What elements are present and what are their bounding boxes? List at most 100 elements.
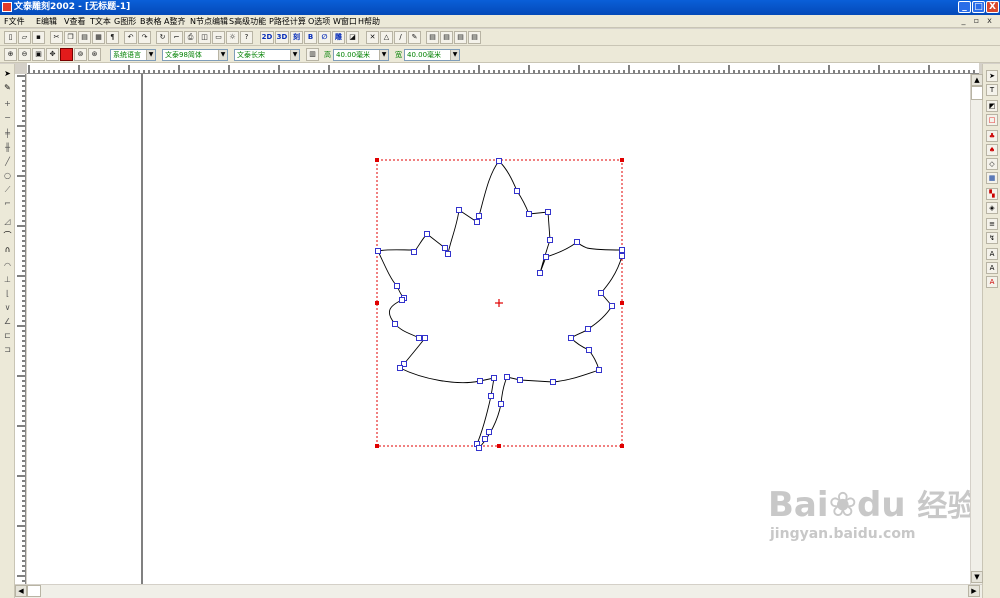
text-tool-icon[interactable]: T — [986, 84, 998, 96]
lock-ratio-icon[interactable]: ▥ — [306, 48, 319, 61]
help-icon[interactable]: ? — [240, 31, 253, 44]
cross-icon[interactable]: ✕ — [366, 31, 379, 44]
font-style-select[interactable]: 文泰长宋 ▼ — [234, 49, 300, 61]
mdi-close-button[interactable]: x — [984, 16, 995, 26]
curve-node[interactable] — [547, 237, 553, 243]
curve-node[interactable] — [488, 393, 494, 399]
break-node-icon[interactable]: ╪ — [2, 128, 13, 139]
zoom-out-icon[interactable]: ⊖ — [18, 48, 31, 61]
undo-icon[interactable]: ↶ — [124, 31, 137, 44]
curve-node[interactable] — [514, 188, 520, 194]
curve-node[interactable] — [392, 321, 398, 327]
menu-edit[interactable]: E编辑 — [36, 16, 57, 27]
curve-node[interactable] — [586, 347, 592, 353]
text-path-icon[interactable]: ↯ — [986, 232, 998, 244]
drawing-canvas[interactable]: Bai❀du 经验 jingyan.baidu.com — [27, 74, 970, 584]
curve-node[interactable] — [476, 445, 482, 451]
new-file-icon[interactable]: ▯ — [4, 31, 17, 44]
menu-window[interactable]: W窗口 — [333, 16, 357, 27]
curve-node[interactable] — [550, 379, 556, 385]
node-align-icon[interactable]: ⊥ — [2, 274, 13, 285]
curve-node[interactable] — [375, 248, 381, 254]
curve-node[interactable] — [543, 254, 549, 260]
path-icon[interactable]: ∅ — [318, 31, 331, 44]
extend-tool-icon[interactable]: ⊐ — [2, 344, 13, 355]
menu-node-edit[interactable]: N节点编辑 — [190, 16, 228, 27]
pan-icon[interactable]: ✥ — [46, 48, 59, 61]
curve-node[interactable] — [394, 283, 400, 289]
curve-node[interactable] — [498, 401, 504, 407]
curve-node[interactable] — [474, 219, 480, 225]
scroll-thumb[interactable] — [971, 86, 983, 100]
curve-node[interactable] — [399, 297, 405, 303]
menu-file[interactable]: F文件 — [4, 16, 25, 27]
connect-tool-icon[interactable]: ⊏ — [2, 330, 13, 341]
curve-node[interactable] — [517, 377, 523, 383]
scroll-down-icon[interactable]: ▼ — [971, 571, 983, 583]
diagonal-tool-icon[interactable]: ⟋ — [2, 184, 13, 195]
tip-icon[interactable]: ☼ — [226, 31, 239, 44]
minimize-button[interactable]: _ — [958, 1, 971, 13]
menu-advanced[interactable]: S高级功能 — [229, 16, 266, 27]
zoom-page-icon[interactable]: ⊚ — [74, 48, 87, 61]
cut-icon[interactable]: ✂ — [50, 31, 63, 44]
join-node-icon[interactable]: ╫ — [2, 142, 13, 153]
mdi-restore-button[interactable]: ▫ — [971, 16, 982, 26]
node-markers[interactable] — [375, 158, 625, 451]
cusp-tool-icon[interactable]: ∨ — [2, 302, 13, 313]
width-field[interactable]: 40.00毫米 ▼ — [404, 49, 460, 61]
curve-node[interactable] — [596, 367, 602, 373]
engrave-icon[interactable]: 刻 — [290, 31, 303, 44]
triangle-icon[interactable]: △ — [380, 31, 393, 44]
scroll-left-icon[interactable]: ◀ — [15, 585, 27, 597]
text-align-icon[interactable]: ≡ — [986, 218, 998, 230]
menu-table[interactable]: B表格 — [140, 16, 162, 27]
language-select[interactable]: 系统语言 ▼ — [110, 49, 156, 61]
curve-node[interactable] — [416, 335, 422, 341]
align-left-icon[interactable]: ▤ — [426, 31, 439, 44]
menu-options[interactable]: O选项 — [308, 16, 330, 27]
curve-node[interactable] — [477, 378, 483, 384]
menu-view[interactable]: V查看 — [64, 16, 85, 27]
maximize-button[interactable]: □ — [972, 1, 985, 13]
paste-icon[interactable]: ▤ — [78, 31, 91, 44]
curve-node[interactable] — [424, 231, 430, 237]
curve-node[interactable] — [456, 207, 462, 213]
curve-node[interactable] — [585, 326, 591, 332]
preview-icon[interactable]: ◫ — [198, 31, 211, 44]
tangent-tool-icon[interactable]: ∠ — [2, 316, 13, 327]
color-pick-icon[interactable]: ♣ — [986, 130, 998, 142]
bucket-icon[interactable]: ◈ — [986, 202, 998, 214]
scroll-up-icon[interactable]: ▲ — [971, 74, 983, 86]
layer-icon[interactable]: ◪ — [346, 31, 359, 44]
line-node-icon[interactable]: ╱ — [2, 156, 13, 167]
arc-tool-icon[interactable]: ⌒ — [2, 230, 13, 241]
align-center-icon[interactable]: ▤ — [440, 31, 453, 44]
select-shape-icon[interactable]: ◩ — [986, 100, 998, 112]
curve-tool-icon[interactable]: ∩ — [2, 244, 13, 255]
shape-tool-icon[interactable]: ◇ — [986, 158, 998, 170]
curve-node[interactable] — [442, 245, 448, 251]
scroll-thumb[interactable] — [27, 585, 41, 597]
vertical-scrollbar[interactable]: ▲ ▼ — [970, 74, 983, 584]
curve-node[interactable] — [609, 303, 615, 309]
align-right-icon[interactable]: ▤ — [454, 31, 467, 44]
scroll-right-icon[interactable]: ▶ — [968, 585, 980, 597]
curve-node[interactable] — [574, 239, 580, 245]
char-edit-icon[interactable]: A — [986, 262, 998, 274]
curve-node[interactable] — [619, 247, 625, 253]
menu-help[interactable]: H帮助 — [358, 16, 380, 27]
step-tool-icon[interactable]: ⌊ — [2, 288, 13, 299]
rotate-icon[interactable]: ↻ — [156, 31, 169, 44]
menu-align[interactable]: A整齐 — [164, 16, 185, 27]
zoom-in-icon[interactable]: ⊕ — [4, 48, 17, 61]
menu-text[interactable]: T文本 — [90, 16, 111, 27]
print-icon[interactable]: ⎙ — [184, 31, 197, 44]
rectangle-tool-icon[interactable]: □ — [986, 114, 998, 126]
curve-node[interactable] — [397, 365, 403, 371]
table-tool-icon[interactable]: ▦ — [986, 172, 998, 184]
horizontal-scrollbar[interactable]: ◀ ▶ — [15, 584, 982, 598]
close-button[interactable]: X — [986, 1, 999, 13]
font-tool-icon[interactable]: A — [986, 276, 998, 288]
curve-node[interactable] — [476, 213, 482, 219]
